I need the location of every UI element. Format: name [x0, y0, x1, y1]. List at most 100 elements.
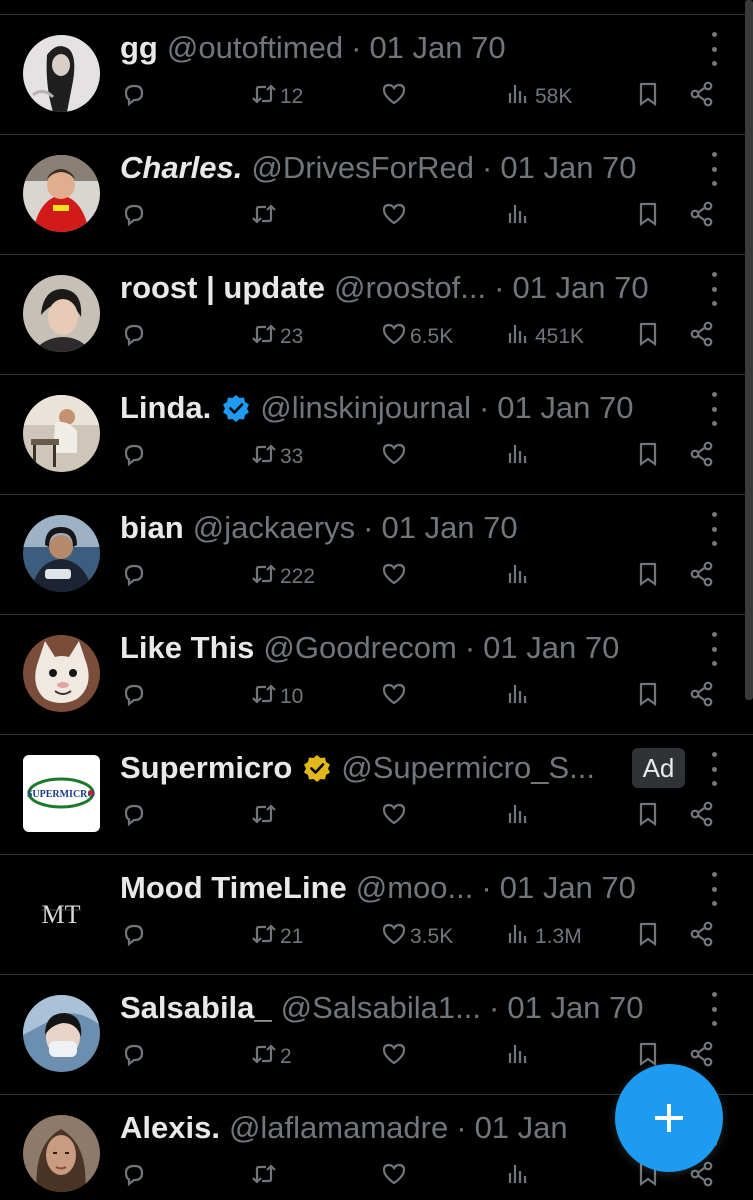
author-handle[interactable]: @moo...: [356, 870, 474, 906]
bookmark-button[interactable]: [634, 917, 662, 957]
bookmark-button[interactable]: [634, 437, 662, 477]
compose-button[interactable]: [615, 1064, 723, 1172]
like-button[interactable]: [380, 1157, 408, 1197]
retweet-button[interactable]: 23: [250, 317, 303, 357]
reply-button[interactable]: [120, 1157, 148, 1197]
share-button[interactable]: [688, 437, 716, 477]
more-vertical-icon[interactable]: [705, 752, 723, 786]
reply-button[interactable]: [120, 677, 148, 717]
retweet-button[interactable]: [250, 197, 278, 237]
share-button[interactable]: [688, 317, 716, 357]
bookmark-button[interactable]: [634, 317, 662, 357]
reply-button[interactable]: [120, 317, 148, 357]
author-name[interactable]: Alexis.: [120, 1110, 220, 1146]
author-handle[interactable]: @roostof...: [334, 270, 486, 306]
views-button[interactable]: [505, 797, 533, 837]
views-button[interactable]: [505, 677, 533, 717]
reply-button[interactable]: [120, 1037, 148, 1077]
views-button[interactable]: [505, 1037, 533, 1077]
author-handle[interactable]: @outoftimed: [167, 30, 343, 66]
tweet-date[interactable]: 01 Jan: [475, 1110, 568, 1146]
retweet-button[interactable]: 222: [250, 557, 315, 597]
author-name[interactable]: Supermicro: [120, 750, 292, 786]
like-button[interactable]: [380, 197, 408, 237]
share-button[interactable]: [688, 797, 716, 837]
retweet-button[interactable]: 12: [250, 77, 303, 117]
like-button[interactable]: [380, 77, 408, 117]
more-vertical-icon[interactable]: [705, 872, 723, 906]
more-vertical-icon[interactable]: [705, 32, 723, 66]
author-handle[interactable]: @Salsabila1...: [281, 990, 481, 1026]
tweet-row[interactable]: gg @outoftimed · 01 Jan 70 12 58K: [0, 15, 753, 135]
more-vertical-icon[interactable]: [705, 152, 723, 186]
retweet-button[interactable]: [250, 797, 278, 837]
author-name[interactable]: gg: [120, 30, 158, 66]
share-button[interactable]: [688, 557, 716, 597]
retweet-button[interactable]: [250, 1157, 278, 1197]
author-handle[interactable]: @Supermicro_S...: [341, 750, 595, 786]
views-button[interactable]: 1.3M: [505, 917, 582, 957]
tweet-row[interactable]: Charles. @DrivesForRed · 01 Jan 70: [0, 135, 753, 255]
tweet-date[interactable]: 01 Jan 70: [512, 270, 648, 306]
author-handle[interactable]: @linskinjournal: [260, 390, 471, 426]
views-button[interactable]: [505, 1157, 533, 1197]
tweet-row[interactable]: bian @jackaerys · 01 Jan 70 222: [0, 495, 753, 615]
author-name[interactable]: Linda.: [120, 390, 211, 426]
more-vertical-icon[interactable]: [705, 992, 723, 1026]
tweet-row[interactable]: MT Mood TimeLine @moo... · 01 Jan 70 21 3.5K 1.…: [0, 855, 753, 975]
author-name[interactable]: roost | update: [120, 270, 325, 306]
share-button[interactable]: [688, 917, 716, 957]
retweet-button[interactable]: 10: [250, 677, 303, 717]
like-button[interactable]: 3.5K: [380, 917, 453, 957]
author-handle[interactable]: @DrivesForRed: [251, 150, 474, 186]
like-button[interactable]: 6.5K: [380, 317, 453, 357]
tweet-date[interactable]: 01 Jan 70: [507, 990, 643, 1026]
share-button[interactable]: [688, 197, 716, 237]
more-vertical-icon[interactable]: [705, 512, 723, 546]
reply-button[interactable]: [120, 77, 148, 117]
views-button[interactable]: 58K: [505, 77, 572, 117]
tweet-date[interactable]: 01 Jan 70: [500, 870, 636, 906]
bookmark-button[interactable]: [634, 797, 662, 837]
tweet-row[interactable]: SUPERMICRO Supermicro @Supermicro_S... Ad: [0, 735, 753, 855]
tweet-row[interactable]: roost | update @roostof... · 01 Jan 70 23 6.5…: [0, 255, 753, 375]
more-vertical-icon[interactable]: [705, 392, 723, 426]
bookmark-button[interactable]: [634, 557, 662, 597]
views-button[interactable]: [505, 197, 533, 237]
retweet-button[interactable]: 33: [250, 437, 303, 477]
bookmark-button[interactable]: [634, 677, 662, 717]
author-name[interactable]: bian: [120, 510, 184, 546]
bookmark-button[interactable]: [634, 77, 662, 117]
views-button[interactable]: 451K: [505, 317, 584, 357]
tweet-row[interactable]: Like This @Goodrecom · 01 Jan 70 10: [0, 615, 753, 735]
scrollbar[interactable]: [745, 0, 753, 700]
author-name[interactable]: Like This: [120, 630, 254, 666]
tweet-date[interactable]: 01 Jan 70: [497, 390, 633, 426]
tweet-date[interactable]: 01 Jan 70: [369, 30, 505, 66]
author-name[interactable]: Charles.: [120, 150, 242, 186]
like-button[interactable]: [380, 797, 408, 837]
more-vertical-icon[interactable]: [705, 632, 723, 666]
share-button[interactable]: [688, 77, 716, 117]
reply-button[interactable]: [120, 797, 148, 837]
reply-button[interactable]: [120, 197, 148, 237]
retweet-button[interactable]: 21: [250, 917, 303, 957]
retweet-button[interactable]: 2: [250, 1037, 292, 1077]
author-name[interactable]: Salsabila_: [120, 990, 272, 1026]
author-handle[interactable]: @jackaerys: [193, 510, 355, 546]
bookmark-button[interactable]: [634, 197, 662, 237]
like-button[interactable]: [380, 1037, 408, 1077]
author-handle[interactable]: @Goodrecom: [263, 630, 456, 666]
tweet-date[interactable]: 01 Jan 70: [483, 630, 619, 666]
like-button[interactable]: [380, 437, 408, 477]
like-button[interactable]: [380, 677, 408, 717]
tweet-date[interactable]: 01 Jan 70: [381, 510, 517, 546]
share-button[interactable]: [688, 677, 716, 717]
views-button[interactable]: [505, 557, 533, 597]
tweet-date[interactable]: 01 Jan 70: [500, 150, 636, 186]
reply-button[interactable]: [120, 917, 148, 957]
reply-button[interactable]: [120, 557, 148, 597]
more-vertical-icon[interactable]: [705, 272, 723, 306]
reply-button[interactable]: [120, 437, 148, 477]
views-button[interactable]: [505, 437, 533, 477]
